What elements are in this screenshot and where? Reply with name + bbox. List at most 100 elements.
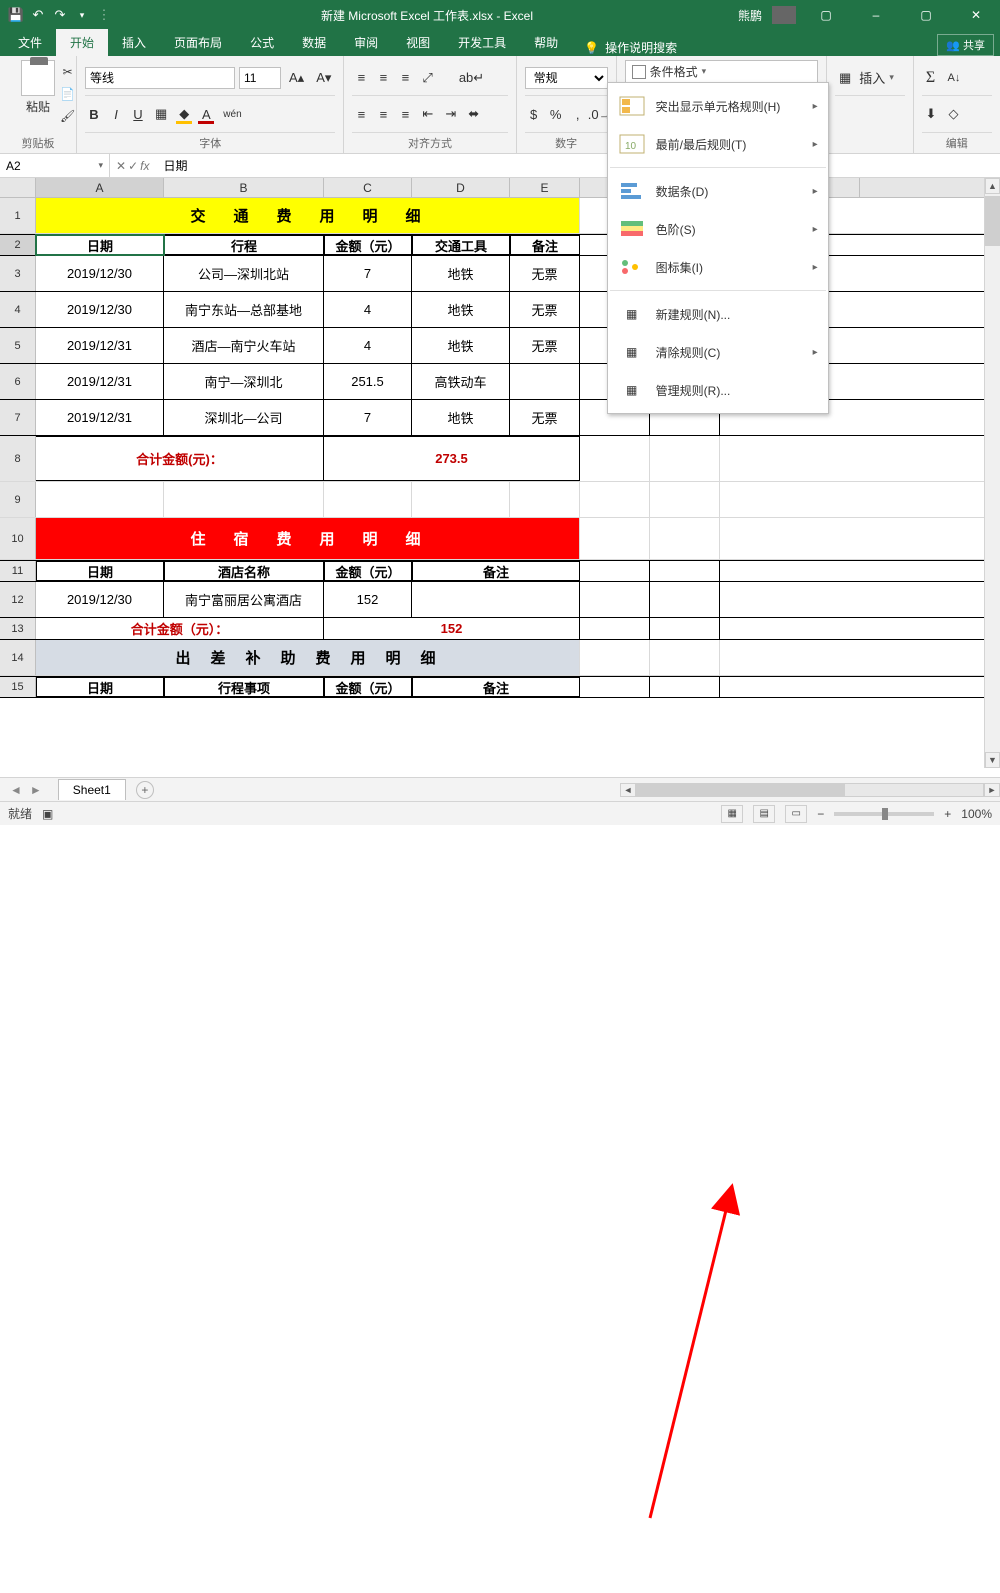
- tab-layout[interactable]: 页面布局: [160, 29, 236, 56]
- row-header[interactable]: 5: [0, 328, 36, 363]
- zoom-in-icon[interactable]: +: [944, 807, 951, 821]
- menu-highlight-rules[interactable]: 突出显示单元格规则(H): [608, 87, 828, 125]
- bold-button[interactable]: B: [85, 104, 103, 124]
- menu-new-rule[interactable]: ▦ 新建规则(N)...: [608, 295, 828, 333]
- view-pagebreak-icon[interactable]: ▭: [785, 805, 807, 823]
- cell[interactable]: [580, 618, 650, 639]
- section-title-transport[interactable]: 交通费用明细: [36, 198, 580, 233]
- ribbon-display-button[interactable]: ▢: [806, 0, 846, 30]
- zoom-level[interactable]: 100%: [961, 807, 992, 821]
- cell[interactable]: [650, 582, 720, 617]
- user-name[interactable]: 熊鹏: [738, 7, 762, 24]
- cell[interactable]: 行程事项: [164, 677, 324, 697]
- col-header-C[interactable]: C: [324, 178, 412, 197]
- cell[interactable]: [324, 482, 412, 517]
- formula-input[interactable]: 日期: [155, 157, 1000, 174]
- cell[interactable]: 酒店名称: [164, 561, 324, 581]
- cell[interactable]: 备注: [510, 235, 580, 255]
- cell[interactable]: 2019/12/31: [36, 400, 164, 435]
- cell[interactable]: 251.5: [324, 364, 412, 399]
- align-middle-icon[interactable]: ≡: [374, 68, 392, 88]
- sheet-nav-next-icon[interactable]: ►: [30, 783, 42, 797]
- format-painter-icon[interactable]: 🖌: [56, 106, 79, 126]
- indent-inc-icon[interactable]: ⇥: [441, 104, 460, 124]
- sheet-nav-prev-icon[interactable]: ◄: [10, 783, 22, 797]
- redo-icon[interactable]: ↷: [52, 7, 68, 23]
- qat-more-icon[interactable]: ▾: [74, 7, 90, 23]
- currency-icon[interactable]: $: [525, 104, 543, 124]
- italic-button[interactable]: I: [107, 104, 125, 124]
- cell[interactable]: [580, 482, 650, 517]
- tab-formulas[interactable]: 公式: [236, 29, 288, 56]
- macro-record-icon[interactable]: ▣: [42, 807, 53, 821]
- save-icon[interactable]: 💾: [8, 7, 24, 23]
- scroll-left-icon[interactable]: ◄: [620, 783, 636, 797]
- total-label[interactable]: 合计金额（元）：: [36, 618, 324, 639]
- name-box-dropdown-icon[interactable]: ▾: [98, 160, 103, 171]
- cut-icon[interactable]: ✂: [56, 62, 79, 82]
- cell[interactable]: [510, 364, 580, 399]
- menu-clear-rules[interactable]: ▦ 清除规则(C): [608, 333, 828, 371]
- cell[interactable]: 日期: [36, 561, 164, 581]
- cell[interactable]: [650, 436, 720, 481]
- cancel-formula-icon[interactable]: ✕: [116, 159, 126, 173]
- tab-insert[interactable]: 插入: [108, 29, 160, 56]
- cell[interactable]: 交通工具: [412, 235, 510, 255]
- row-header[interactable]: 9: [0, 482, 36, 517]
- vertical-scrollbar[interactable]: ▲ ▼: [984, 178, 1000, 768]
- fill-icon[interactable]: ⬇: [922, 104, 941, 124]
- clear-icon[interactable]: ◇: [944, 104, 962, 124]
- cell[interactable]: [36, 482, 164, 517]
- menu-data-bars[interactable]: 数据条(D): [608, 172, 828, 210]
- cell[interactable]: 152: [324, 582, 412, 617]
- row-header[interactable]: 6: [0, 364, 36, 399]
- scroll-up-icon[interactable]: ▲: [985, 178, 1000, 194]
- cell[interactable]: [650, 640, 720, 675]
- row-header[interactable]: 8: [0, 436, 36, 481]
- total-value[interactable]: 152: [324, 618, 580, 639]
- cell[interactable]: [412, 482, 510, 517]
- cell[interactable]: 行程: [164, 235, 324, 255]
- row-header[interactable]: 10: [0, 518, 36, 559]
- fx-icon[interactable]: fx: [140, 159, 149, 173]
- cell[interactable]: 备注: [412, 677, 580, 697]
- scroll-down-icon[interactable]: ▼: [985, 752, 1000, 768]
- cell[interactable]: [580, 640, 650, 675]
- cell[interactable]: 金额（元）: [324, 235, 412, 255]
- row-header[interactable]: 4: [0, 292, 36, 327]
- sort-filter-icon[interactable]: A↓: [944, 68, 965, 88]
- cell[interactable]: [510, 482, 580, 517]
- cell[interactable]: [164, 482, 324, 517]
- cell[interactable]: 2019/12/30: [36, 292, 164, 327]
- total-value[interactable]: 273.5: [324, 436, 580, 481]
- cell[interactable]: 无票: [510, 400, 580, 435]
- cell[interactable]: 深圳北—公司: [164, 400, 324, 435]
- cell[interactable]: 地铁: [412, 328, 510, 363]
- section-title-lodging[interactable]: 住宿费用明细: [36, 518, 580, 559]
- tab-data[interactable]: 数据: [288, 29, 340, 56]
- zoom-slider[interactable]: [834, 812, 934, 816]
- menu-icon-sets[interactable]: 图标集(I): [608, 248, 828, 286]
- orientation-icon[interactable]: ⤢: [418, 68, 436, 88]
- cell[interactable]: 备注: [412, 561, 580, 581]
- menu-color-scales[interactable]: 色阶(S): [608, 210, 828, 248]
- cell[interactable]: 地铁: [412, 292, 510, 327]
- autosum-icon[interactable]: Σ: [922, 68, 940, 88]
- share-button[interactable]: 👥 共享: [937, 34, 994, 56]
- align-top-icon[interactable]: ≡: [352, 68, 370, 88]
- zoom-out-icon[interactable]: −: [817, 807, 824, 821]
- row-header[interactable]: 7: [0, 400, 36, 435]
- cell[interactable]: [650, 518, 720, 559]
- cell[interactable]: 南宁东站—总部基地: [164, 292, 324, 327]
- user-avatar[interactable]: [772, 6, 796, 24]
- cell[interactable]: 无票: [510, 328, 580, 363]
- cell[interactable]: 2019/12/31: [36, 364, 164, 399]
- scroll-thumb[interactable]: [985, 196, 1000, 246]
- cell[interactable]: 无票: [510, 256, 580, 291]
- tab-help[interactable]: 帮助: [520, 29, 572, 56]
- menu-manage-rules[interactable]: ▦ 管理规则(R)...: [608, 371, 828, 409]
- new-sheet-button[interactable]: +: [136, 781, 154, 799]
- scroll-right-icon[interactable]: ►: [984, 783, 1000, 797]
- align-bottom-icon[interactable]: ≡: [396, 68, 414, 88]
- cell[interactable]: [650, 482, 720, 517]
